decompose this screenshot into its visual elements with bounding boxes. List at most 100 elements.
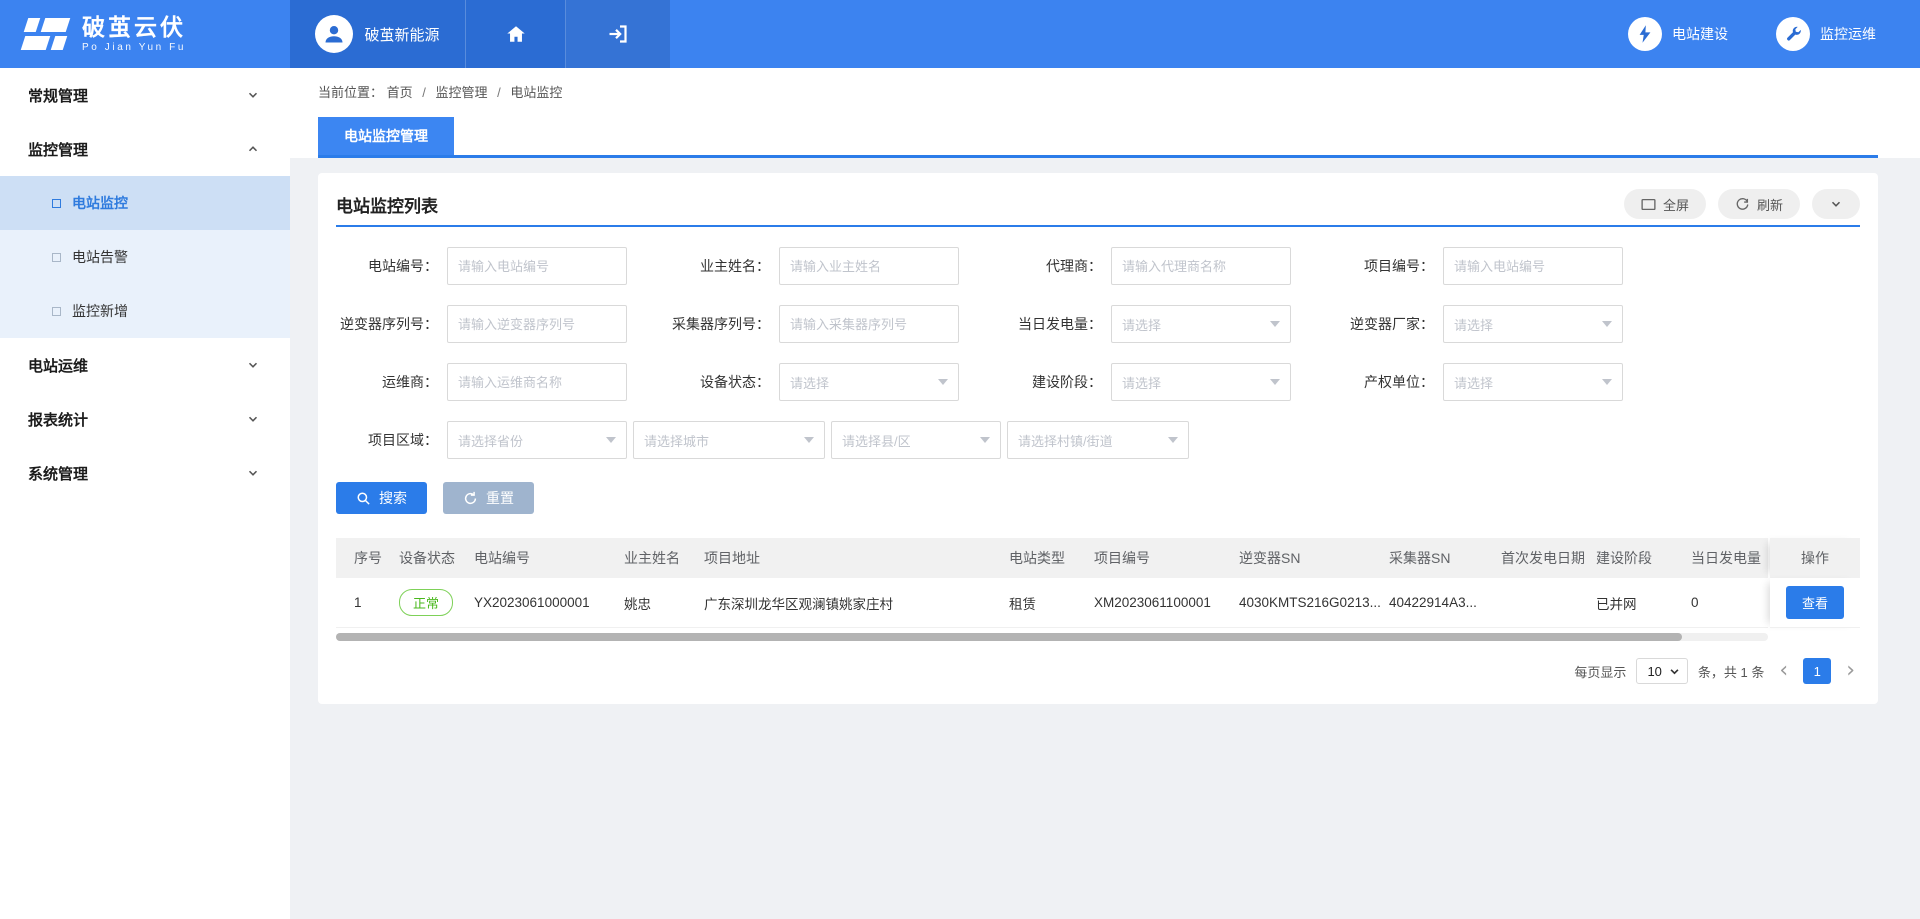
breadcrumb-monitor-mgmt[interactable]: 监控管理 (436, 85, 488, 100)
filter-label: 代理商： (1000, 256, 1102, 276)
province-select[interactable]: 请选择省份 (447, 421, 627, 459)
station-no-input[interactable] (447, 247, 627, 285)
cell-station-no: YX2023061000001 (474, 595, 624, 610)
property-unit-select[interactable]: 请选择 (1443, 363, 1623, 401)
cell-station-type: 租赁 (1009, 593, 1094, 613)
device-status-select[interactable]: 请选择 (779, 363, 959, 401)
filter-label: 项目编号： (1332, 256, 1434, 276)
table-header-row: 序号 设备状态 电站编号 业主姓名 项目地址 电站类型 项目编号 逆变器SN 采… (336, 538, 1768, 578)
user-account-button[interactable]: 破茧新能源 (290, 0, 466, 68)
select-placeholder: 请选择 (1454, 315, 1493, 334)
col-station-no: 电站编号 (474, 548, 624, 568)
sidebar-item-label: 监控管理 (28, 139, 88, 160)
breadcrumb-home[interactable]: 首页 (387, 85, 413, 100)
daily-generation-select[interactable]: 请选择 (1111, 305, 1291, 343)
filter-label: 设备状态： (668, 372, 770, 392)
col-collector-sn: 采集器SN (1389, 548, 1501, 568)
view-button[interactable]: 查看 (1786, 586, 1844, 619)
sidebar-item-label: 常规管理 (28, 85, 88, 106)
sidebar-item-monitor-mgmt[interactable]: 监控管理 (0, 122, 290, 176)
breadcrumb-prefix: 当前位置： (318, 85, 383, 100)
col-inverter-sn: 逆变器SN (1239, 548, 1389, 568)
sidebar-item-station-ops[interactable]: 电站运维 (0, 338, 290, 392)
city-select[interactable]: 请选择城市 (633, 421, 825, 459)
user-avatar-icon (315, 15, 353, 53)
owner-name-input[interactable] (779, 247, 959, 285)
nav-label: 监控运维 (1820, 24, 1876, 44)
home-icon (505, 23, 527, 45)
fullscreen-icon (1641, 198, 1656, 211)
tab-bar: 电站监控管理 (318, 117, 1878, 158)
square-bullet-icon (52, 307, 61, 316)
nav-monitoring-ops[interactable]: 监控运维 (1776, 17, 1876, 51)
fullscreen-button[interactable]: 全屏 (1624, 189, 1706, 219)
sidebar-item-station-alarm[interactable]: 电站告警 (0, 230, 290, 284)
filter-label: 业主姓名： (668, 256, 770, 276)
county-select[interactable]: 请选择县/区 (831, 421, 1001, 459)
logo-title: 破茧云伏 (82, 15, 186, 39)
home-button[interactable] (466, 0, 566, 68)
cell-stage: 已并网 (1596, 593, 1691, 613)
total-label: 条，共 1 条 (1698, 662, 1764, 681)
inverter-sn-input[interactable] (447, 305, 627, 343)
select-placeholder: 请选择县/区 (842, 431, 911, 450)
sidebar-submenu: 电站监控 电站告警 监控新增 (0, 176, 290, 338)
refresh-button[interactable]: 刷新 (1718, 189, 1800, 219)
cell-daily-gen: 0 (1691, 595, 1768, 610)
per-page-label: 每页显示 (1574, 662, 1626, 681)
collapse-panel-button[interactable] (1812, 189, 1860, 219)
filter-label: 逆变器序列号： (336, 314, 438, 334)
horizontal-scrollbar-thumb[interactable] (336, 633, 1682, 641)
search-icon (356, 491, 371, 506)
cell-project-no: XM2023061100001 (1094, 595, 1239, 610)
col-station-type: 电站类型 (1009, 548, 1094, 568)
caret-down-icon (1602, 379, 1612, 385)
cell-device-status: 正常 (399, 589, 474, 616)
filter-label: 采集器序列号： (668, 314, 770, 334)
col-daily-gen: 当日发电量 (1691, 548, 1768, 568)
agent-input[interactable] (1111, 247, 1291, 285)
breadcrumb-separator: / (422, 85, 426, 100)
cell-collector-sn: 40422914A3... (1389, 595, 1501, 610)
sidebar-item-system-mgmt[interactable]: 系统管理 (0, 446, 290, 500)
sidebar-item-general-mgmt[interactable]: 常规管理 (0, 68, 290, 122)
caret-down-icon (1168, 437, 1178, 443)
nav-station-construction[interactable]: 电站建设 (1628, 17, 1728, 51)
caret-down-icon (1669, 666, 1680, 677)
collector-sn-input[interactable] (779, 305, 959, 343)
tab-station-monitor-mgmt[interactable]: 电站监控管理 (318, 117, 454, 155)
col-index: 序号 (354, 548, 399, 568)
construction-stage-select[interactable]: 请选择 (1111, 363, 1291, 401)
prev-page-button[interactable]: ‹ (1774, 660, 1793, 682)
page-number-1[interactable]: 1 (1803, 658, 1831, 684)
app-logo: 破茧云伏 Po Jian Yun Fu (0, 0, 290, 68)
logout-button[interactable] (566, 0, 670, 68)
breadcrumb-station-monitor[interactable]: 电站监控 (510, 85, 562, 100)
col-first-gen-date: 首次发电日期 (1501, 548, 1596, 568)
per-page-select[interactable]: 10 (1636, 658, 1687, 684)
next-page-button[interactable]: › (1841, 660, 1860, 682)
search-button[interactable]: 搜索 (336, 482, 427, 514)
col-device-status: 设备状态 (399, 548, 474, 568)
township-select[interactable]: 请选择村镇/街道 (1007, 421, 1189, 459)
table-fixed-action-column: 操作 查看 (1770, 538, 1860, 628)
top-header: 破茧云伏 Po Jian Yun Fu 破茧新能源 (0, 0, 1920, 68)
project-no-input[interactable] (1443, 247, 1623, 285)
sidebar-item-station-monitor[interactable]: 电站监控 (0, 176, 290, 230)
filter-label: 电站编号： (336, 256, 438, 276)
reset-label: 重置 (486, 488, 514, 508)
logo-mark-icon (22, 16, 70, 52)
col-stage: 建设阶段 (1596, 548, 1691, 568)
sidebar-subitem-label: 监控新增 (72, 301, 128, 321)
inverter-vendor-select[interactable]: 请选择 (1443, 305, 1623, 343)
nav-label: 电站建设 (1672, 24, 1728, 44)
fullscreen-label: 全屏 (1663, 195, 1689, 214)
sidebar-item-report-stats[interactable]: 报表统计 (0, 392, 290, 446)
select-placeholder: 请选择城市 (644, 431, 709, 450)
select-placeholder: 请选择 (790, 373, 829, 392)
sidebar-item-monitor-add[interactable]: 监控新增 (0, 284, 290, 338)
station-table: 序号 设备状态 电站编号 业主姓名 项目地址 电站类型 项目编号 逆变器SN 采… (336, 538, 1860, 641)
operator-input[interactable] (447, 363, 627, 401)
reset-button[interactable]: 重置 (443, 482, 534, 514)
header-center-nav: 破茧新能源 (290, 0, 670, 68)
